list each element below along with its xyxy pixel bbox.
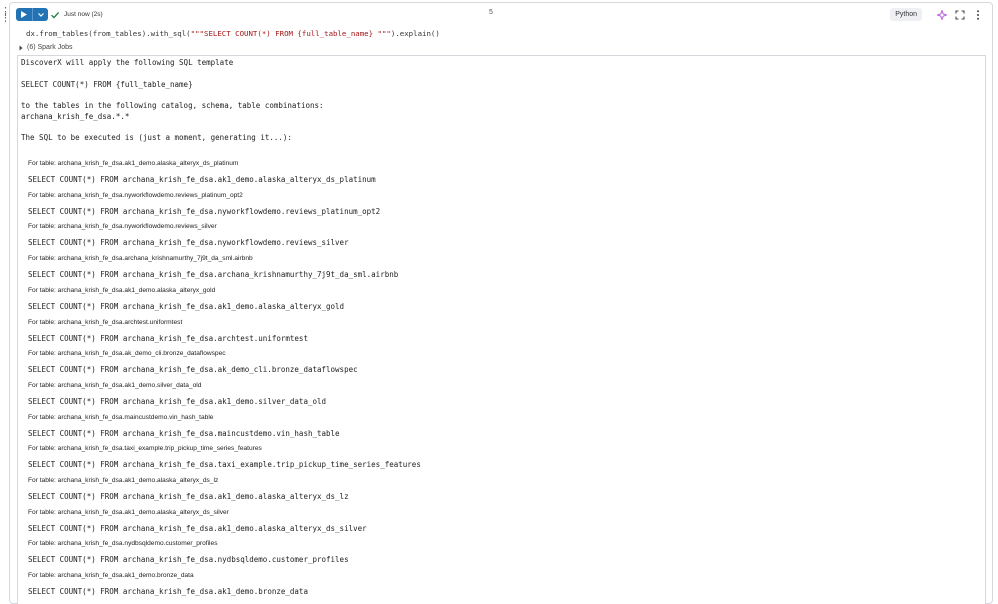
expand-icon bbox=[955, 9, 965, 20]
cell-output: DiscoverX will apply the following SQL t… bbox=[17, 55, 986, 604]
more-vert-icon bbox=[977, 9, 979, 20]
sql-statement: SELECT COUNT(*) FROM archana_krish_fe_ds… bbox=[28, 460, 421, 470]
output-text-line: archana_krish_fe_dsa.*.* bbox=[21, 112, 130, 121]
code-call-suffix: ).explain() bbox=[390, 29, 440, 38]
table-label: For table: archana_krish_fe_dsa.ak1_demo… bbox=[28, 286, 216, 294]
code-string-literal: """SELECT COUNT(*) FROM {full_table_name… bbox=[190, 29, 391, 38]
table-label: For table: archana_krish_fe_dsa.archana_… bbox=[28, 255, 253, 263]
table-label: For table: archana_krish_fe_dsa.ak1_demo… bbox=[28, 160, 239, 167]
table-label: For table: archana_krish_fe_dsa.ak1_demo… bbox=[28, 477, 219, 484]
cell-toolbar: Just now (2s) 5 Python bbox=[10, 3, 992, 25]
notebook-cell: Just now (2s) 5 Python dx.from_tables(fr… bbox=[9, 2, 993, 604]
spark-jobs-label: (6) Spark Jobs bbox=[27, 44, 73, 51]
sql-statement: SELECT COUNT(*) FROM archana_krish_fe_ds… bbox=[28, 333, 308, 343]
table-label: For table: archana_krish_fe_dsa.ak1_demo… bbox=[28, 508, 229, 516]
run-status: Just now (2s) bbox=[50, 9, 103, 20]
play-icon bbox=[21, 11, 27, 18]
run-options-dropdown[interactable] bbox=[33, 8, 48, 21]
sql-statement: SELECT COUNT(*) FROM archana_krish_fe_ds… bbox=[28, 428, 340, 438]
output-text-line: SELECT COUNT(*) FROM {full_table_name} bbox=[21, 80, 193, 89]
assistant-button[interactable] bbox=[936, 9, 948, 21]
cell-actions: Python bbox=[890, 7, 984, 22]
output-text-line: to the tables in the following catalog, … bbox=[21, 101, 324, 110]
expand-button[interactable] bbox=[954, 9, 966, 21]
check-icon bbox=[51, 11, 60, 19]
code-editor-line[interactable]: dx.from_tables(from_tables).with_sql("""… bbox=[26, 29, 440, 38]
sql-statement: SELECT COUNT(*) FROM archana_krish_fe_ds… bbox=[28, 523, 367, 533]
sql-statement: SELECT COUNT(*) FROM archana_krish_fe_ds… bbox=[28, 238, 349, 248]
sql-statement: SELECT COUNT(*) FROM archana_krish_fe_ds… bbox=[28, 206, 381, 216]
sql-statement: SELECT COUNT(*) FROM archana_krish_fe_ds… bbox=[28, 301, 345, 311]
assistant-icon bbox=[937, 9, 947, 20]
sql-statement: SELECT COUNT(*) FROM archana_krish_fe_ds… bbox=[28, 365, 358, 375]
table-label: For table: archana_krish_fe_dsa.archtest… bbox=[28, 318, 183, 326]
spark-jobs-toggle[interactable]: (6) Spark Jobs bbox=[18, 44, 73, 51]
left-gutter: ⋮ ⋮ bbox=[0, 0, 11, 604]
code-call: dx.from_tables(from_tables).with_sql( bbox=[26, 29, 191, 38]
output-text-line: The SQL to be executed is (just a moment… bbox=[21, 133, 292, 142]
table-label: For table: archana_krish_fe_dsa.ak1_demo… bbox=[28, 381, 202, 389]
cell-number: 5 bbox=[489, 9, 493, 16]
sql-statement: SELECT COUNT(*) FROM archana_krish_fe_ds… bbox=[28, 175, 376, 184]
run-button-group bbox=[16, 8, 48, 21]
table-label: For table: archana_krish_fe_dsa.nyworkfl… bbox=[28, 191, 243, 199]
sql-statement: SELECT COUNT(*) FROM archana_krish_fe_ds… bbox=[28, 492, 349, 501]
run-status-text: Just now (2s) bbox=[64, 11, 103, 18]
table-label: For table: archana_krish_fe_dsa.taxi_exa… bbox=[28, 445, 262, 453]
sql-statement: SELECT COUNT(*) FROM archana_krish_fe_ds… bbox=[28, 587, 308, 597]
language-selector[interactable]: Python bbox=[890, 8, 922, 21]
run-cell-button[interactable] bbox=[16, 8, 32, 21]
table-label: For table: archana_krish_fe_dsa.nydbsqld… bbox=[28, 540, 218, 548]
sql-statement: SELECT COUNT(*) FROM archana_krish_fe_ds… bbox=[28, 396, 327, 406]
table-label: For table: archana_krish_fe_dsa.ak_demo_… bbox=[28, 350, 226, 358]
caret-right-icon bbox=[19, 45, 23, 50]
sql-statement: SELECT COUNT(*) FROM archana_krish_fe_ds… bbox=[28, 555, 349, 565]
table-label: For table: archana_krish_fe_dsa.nyworkfl… bbox=[28, 223, 217, 231]
table-label: For table: archana_krish_fe_dsa.maincust… bbox=[28, 413, 214, 421]
table-label: For table: archana_krish_fe_dsa.ak1_demo… bbox=[28, 572, 194, 580]
more-options-button[interactable] bbox=[972, 9, 984, 21]
sql-statement: SELECT COUNT(*) FROM archana_krish_fe_ds… bbox=[28, 270, 399, 280]
output-text-line: DiscoverX will apply the following SQL t… bbox=[21, 58, 234, 67]
chevron-down-icon bbox=[37, 12, 44, 17]
